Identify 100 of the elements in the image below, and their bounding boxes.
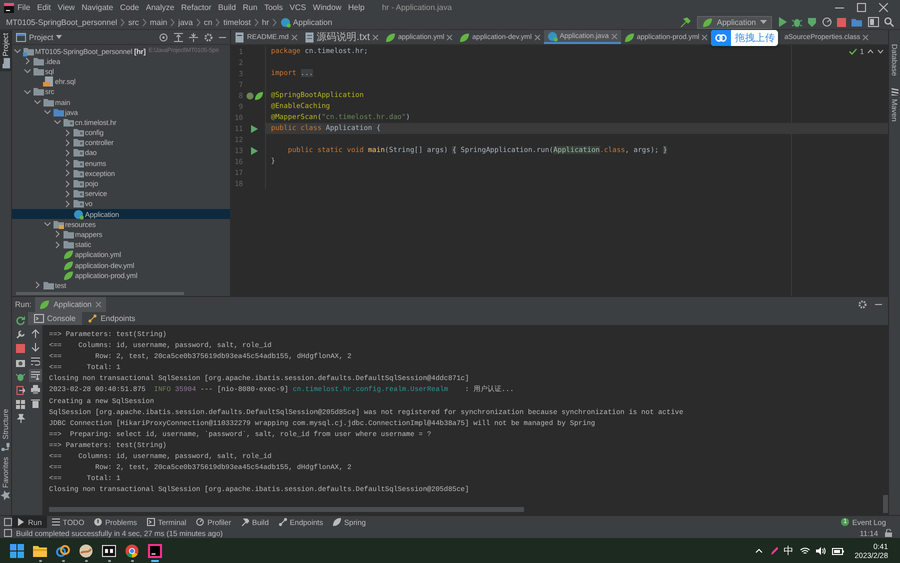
chevron-right-icon[interactable] — [23, 56, 32, 66]
close-icon[interactable] — [372, 34, 379, 40]
chevron-right-icon[interactable] — [53, 229, 62, 240]
chevron-right-icon[interactable] — [63, 128, 72, 138]
target-icon[interactable] — [159, 32, 168, 42]
bug-icon[interactable] — [16, 372, 24, 381]
close-icon[interactable] — [701, 34, 708, 40]
ide-icon[interactable] — [148, 544, 162, 558]
breadcrumb[interactable]: MT0105-SpringBoot_personnel — [6, 18, 118, 26]
settings-icon[interactable] — [204, 32, 213, 42]
globe-icon[interactable] — [79, 544, 93, 558]
menu-item[interactable]: Run — [239, 3, 261, 12]
menu-item[interactable]: Refactor — [178, 3, 215, 12]
layout-icon[interactable] — [16, 400, 24, 409]
close-icon[interactable] — [862, 34, 870, 40]
layout-icon[interactable] — [868, 17, 879, 27]
close-icon[interactable] — [446, 34, 454, 40]
menu-item[interactable]: Help — [344, 3, 368, 12]
expand-all-icon[interactable] — [174, 32, 183, 42]
scrollbar[interactable] — [49, 507, 524, 512]
chevron-right-icon[interactable] — [63, 188, 72, 199]
chevron-right-icon[interactable] — [63, 198, 72, 209]
breadcrumb[interactable]: timelost — [223, 18, 251, 26]
status-icon[interactable] — [4, 529, 12, 537]
chevron-right-icon[interactable] — [63, 178, 72, 189]
chevron-right-icon[interactable] — [63, 148, 72, 158]
breadcrumb[interactable]: java — [178, 18, 193, 26]
breadcrumb[interactable]: hr — [262, 18, 270, 26]
soft-wrap-icon[interactable] — [30, 357, 40, 366]
print-icon[interactable] — [30, 385, 40, 394]
breadcrumb[interactable]: cn — [204, 18, 212, 26]
hammer-icon[interactable] — [680, 16, 691, 28]
chevron-down-icon[interactable] — [877, 49, 884, 54]
wrench-icon[interactable] — [16, 330, 24, 339]
arrow-up-icon[interactable] — [30, 329, 40, 338]
breadcrumb[interactable]: main — [150, 18, 168, 26]
chevron-right-icon[interactable] — [33, 280, 42, 290]
close-icon[interactable] — [534, 34, 541, 40]
run-icon[interactable] — [778, 17, 787, 27]
speaker-icon[interactable] — [816, 546, 826, 554]
collapse-all-icon[interactable] — [189, 32, 198, 42]
exit-icon[interactable] — [16, 386, 24, 395]
shield-icon[interactable] — [807, 17, 817, 27]
menu-item[interactable]: File — [14, 3, 34, 12]
wifi-icon[interactable] — [800, 546, 810, 554]
leaf-icon[interactable] — [254, 92, 262, 100]
chevron-right-icon[interactable] — [63, 168, 72, 178]
layout-icon[interactable] — [4, 518, 12, 526]
stop-icon[interactable] — [837, 18, 846, 26]
leaf-icon — [702, 16, 713, 28]
menu-item[interactable]: Window — [310, 3, 345, 12]
folder-icon[interactable] — [33, 544, 47, 558]
trash-icon[interactable] — [30, 399, 40, 408]
editor-tab[interactable]: 源码说明.txt — [300, 30, 382, 44]
upload-popup[interactable]: 拖拽上传 — [711, 30, 778, 46]
gauge-icon[interactable] — [822, 17, 832, 27]
breadcrumb[interactable]: src — [128, 18, 139, 26]
arrow-down-icon[interactable] — [30, 343, 40, 352]
rerun-icon[interactable] — [16, 316, 24, 325]
start-icon[interactable] — [10, 544, 24, 558]
battery-icon[interactable] — [832, 546, 844, 554]
search-icon[interactable] — [884, 17, 894, 27]
scroll-to-end-icon[interactable] — [30, 371, 40, 380]
chevron-right-icon[interactable] — [63, 158, 72, 168]
separator-icon — [272, 18, 278, 26]
input-method-indicator[interactable]: 中 — [784, 544, 794, 558]
menu-item[interactable]: Code — [116, 3, 142, 12]
rings-icon[interactable] — [56, 544, 70, 558]
menu-item[interactable]: Navigate — [78, 3, 117, 12]
stop-icon[interactable] — [16, 344, 24, 353]
menu-item[interactable]: Analyze — [142, 3, 178, 12]
bug-icon[interactable] — [792, 17, 802, 27]
run-icon[interactable] — [250, 124, 258, 132]
package-icon — [73, 188, 84, 200]
menu-item[interactable]: View — [54, 3, 78, 12]
class-icon — [280, 16, 292, 28]
scrollbar[interactable] — [883, 495, 888, 513]
chevron-right-icon[interactable] — [53, 240, 62, 250]
menu-item[interactable]: VCS — [286, 3, 310, 12]
lock-icon[interactable] — [885, 529, 892, 537]
menu-item[interactable]: Edit — [34, 3, 54, 12]
close-icon[interactable] — [879, 3, 888, 12]
menu-item[interactable]: Build — [214, 3, 240, 12]
run-config-dropdown[interactable]: Application — [696, 16, 772, 28]
pin-icon[interactable] — [16, 414, 24, 423]
browser-icon[interactable] — [125, 544, 139, 558]
settings-icon[interactable] — [858, 300, 867, 309]
breadcrumb[interactable]: Application — [280, 16, 332, 28]
terminal-icon[interactable] — [102, 544, 116, 558]
pen-icon[interactable] — [768, 546, 778, 556]
restore-icon[interactable] — [857, 3, 866, 12]
caret-icon — [760, 20, 767, 24]
bean-icon[interactable] — [246, 92, 254, 100]
camera-icon[interactable] — [16, 358, 24, 367]
close-icon[interactable] — [290, 34, 298, 40]
package-icon — [73, 198, 84, 210]
chevron-up-icon[interactable] — [867, 49, 874, 54]
menu-item[interactable]: Tools — [260, 3, 286, 12]
chevron-right-icon[interactable] — [63, 138, 72, 148]
run-icon[interactable] — [250, 146, 258, 154]
